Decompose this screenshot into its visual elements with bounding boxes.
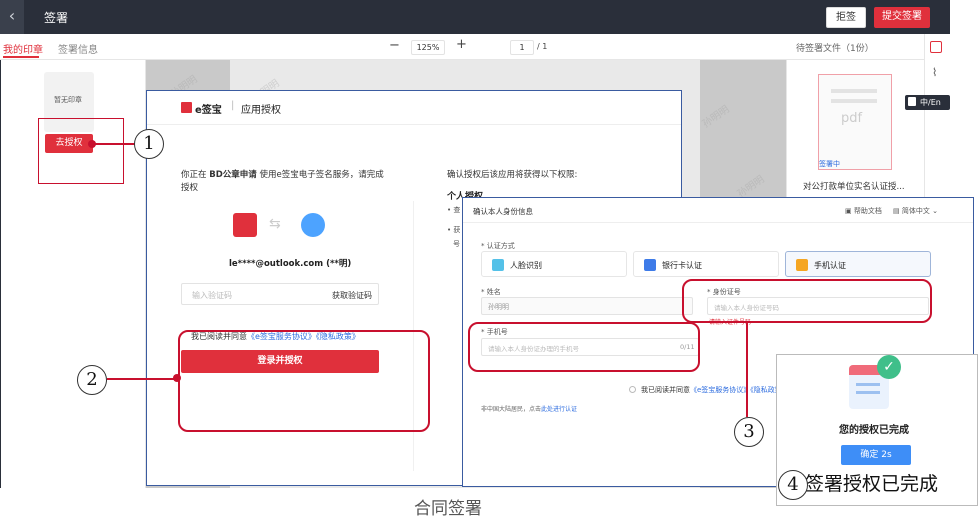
exchange-icon: ⇆	[269, 216, 281, 232]
highlight-box-3a	[682, 279, 932, 323]
thumb-line	[831, 89, 877, 93]
agree-prefix: 我已阅读并同意	[641, 386, 690, 394]
callout-2-line	[107, 378, 177, 380]
dialog-title: 应用授权	[241, 105, 281, 116]
step-4-caption: 签署授权已完成	[805, 473, 939, 495]
esign-app-icon	[233, 213, 257, 237]
reject-button[interactable]: 拒签	[826, 7, 866, 28]
language-label: 简体中文	[901, 207, 930, 215]
esign-logo-icon	[181, 102, 192, 113]
thumb-line	[831, 99, 877, 103]
title-divider: |	[231, 100, 235, 111]
pdf-label: pdf	[841, 111, 863, 126]
zoom-input[interactable]: 125%	[411, 40, 445, 55]
page-total: / 1	[537, 42, 548, 51]
authorization-intro: 你正在 BD公章申请 使用e签宝电子签名服务，请完成授权	[181, 169, 391, 195]
submit-sign-button[interactable]: 提交签署	[874, 7, 930, 28]
name-field[interactable]: 孙明明	[481, 297, 693, 315]
paperclip-icon[interactable]: ⌇	[932, 66, 937, 79]
language-select[interactable]: ▤ 简体中文 ⌄	[893, 206, 938, 216]
confirm-button[interactable]: 确定 2s	[841, 445, 911, 465]
header-divider	[463, 222, 973, 223]
method-face-recognition[interactable]: 人脸识别	[481, 251, 627, 277]
highlight-box-2	[178, 330, 430, 432]
highlight-box-3b	[468, 322, 700, 372]
verification-code-input[interactable]: 输入验证码 获取验证码	[181, 283, 379, 305]
permission-item: • 查	[447, 206, 461, 214]
method-label: 银行卡认证	[662, 261, 702, 270]
language-toggle[interactable]: 中/En	[905, 95, 950, 110]
doc-name[interactable]: 对公打款单位实名认证授...	[803, 180, 905, 192]
third-party-app-icon	[301, 213, 325, 237]
calendar-line	[856, 391, 880, 394]
document-list-icon[interactable]	[930, 41, 942, 53]
note-prefix: 非中国大陆居民，点击	[481, 406, 542, 413]
tab-my-seal[interactable]: 我的印章	[3, 41, 43, 56]
callout-1: 1	[134, 129, 164, 159]
phone-icon	[796, 259, 808, 271]
callout-2-dot	[173, 374, 181, 382]
permission-intro: 确认授权后该应用将获得以下权限:	[447, 170, 578, 180]
header-divider	[147, 124, 681, 125]
non-mainland-note: 非中国大陆居民，点击此处进行认证	[481, 404, 577, 413]
zoom-in-button[interactable]: +	[456, 37, 467, 52]
identity-dialog-title: 确认本人身份信息	[473, 207, 533, 216]
callout-1-line	[94, 143, 136, 145]
check-icon: ✓	[877, 355, 901, 379]
callout-2: 2	[77, 365, 107, 395]
permission-item: • 获	[447, 226, 461, 234]
no-seal-text: 暂无印章	[54, 96, 82, 104]
top-bar: ‹ 签署 拒签 提交签署	[0, 0, 950, 34]
permission-item: 号	[453, 240, 460, 248]
help-doc-link[interactable]: ▣ 帮助文档	[845, 206, 882, 216]
pending-files-title: 待签署文件（1份）	[796, 44, 874, 54]
back-button[interactable]: ‹	[0, 0, 24, 34]
authorize-button[interactable]: 去授权	[45, 134, 93, 153]
page-input[interactable]: 1	[510, 40, 534, 55]
auth-method-label: * 认证方式	[481, 242, 515, 250]
document-thumbnail[interactable]: pdf 签署中	[818, 74, 892, 170]
get-code-button[interactable]: 获取验证码	[332, 290, 372, 301]
bank-card-icon	[644, 259, 656, 271]
zoom-out-button[interactable]: −	[389, 38, 400, 53]
identity-agreement[interactable]: 我已阅读并同意《e签宝服务协议》《隐私政策》	[641, 385, 789, 395]
non-mainland-link[interactable]: 此处进行认证	[541, 406, 577, 413]
esign-logo-text: e签宝	[195, 105, 222, 116]
callout-3: 3	[734, 417, 764, 447]
callout-4: 4	[778, 470, 808, 500]
method-label: 手机认证	[814, 261, 846, 270]
page-title: 签署	[44, 11, 69, 25]
name-label: * 姓名	[481, 288, 501, 296]
method-label: 人脸识别	[510, 261, 542, 270]
callout-3-line	[746, 323, 748, 417]
calendar-line	[856, 383, 880, 386]
intro-app-name: BD公章申请	[209, 170, 257, 180]
agreement-links[interactable]: 《e签宝服务协议》《隐私政策》	[690, 386, 789, 394]
help-doc-label: 帮助文档	[853, 207, 882, 215]
language-label: 中/En	[920, 98, 941, 107]
agree-radio[interactable]	[629, 386, 636, 393]
translate-icon	[908, 97, 916, 106]
doc-status-badge: 签署中	[819, 160, 840, 168]
name-value: 孙明明	[488, 303, 509, 311]
authorization-done-text: 您的授权已完成	[839, 425, 909, 436]
account-text: le****@outlook.com (**明)	[229, 259, 352, 269]
method-phone[interactable]: 手机认证	[785, 251, 931, 277]
intro-prefix: 你正在	[181, 170, 207, 180]
figure-caption: 合同签署	[414, 499, 482, 519]
code-placeholder: 输入验证码	[192, 291, 232, 300]
active-tab-indicator	[3, 56, 39, 58]
method-bank-card[interactable]: 银行卡认证	[633, 251, 779, 277]
face-icon	[492, 259, 504, 271]
tab-sign-info[interactable]: 签署信息	[58, 41, 98, 56]
